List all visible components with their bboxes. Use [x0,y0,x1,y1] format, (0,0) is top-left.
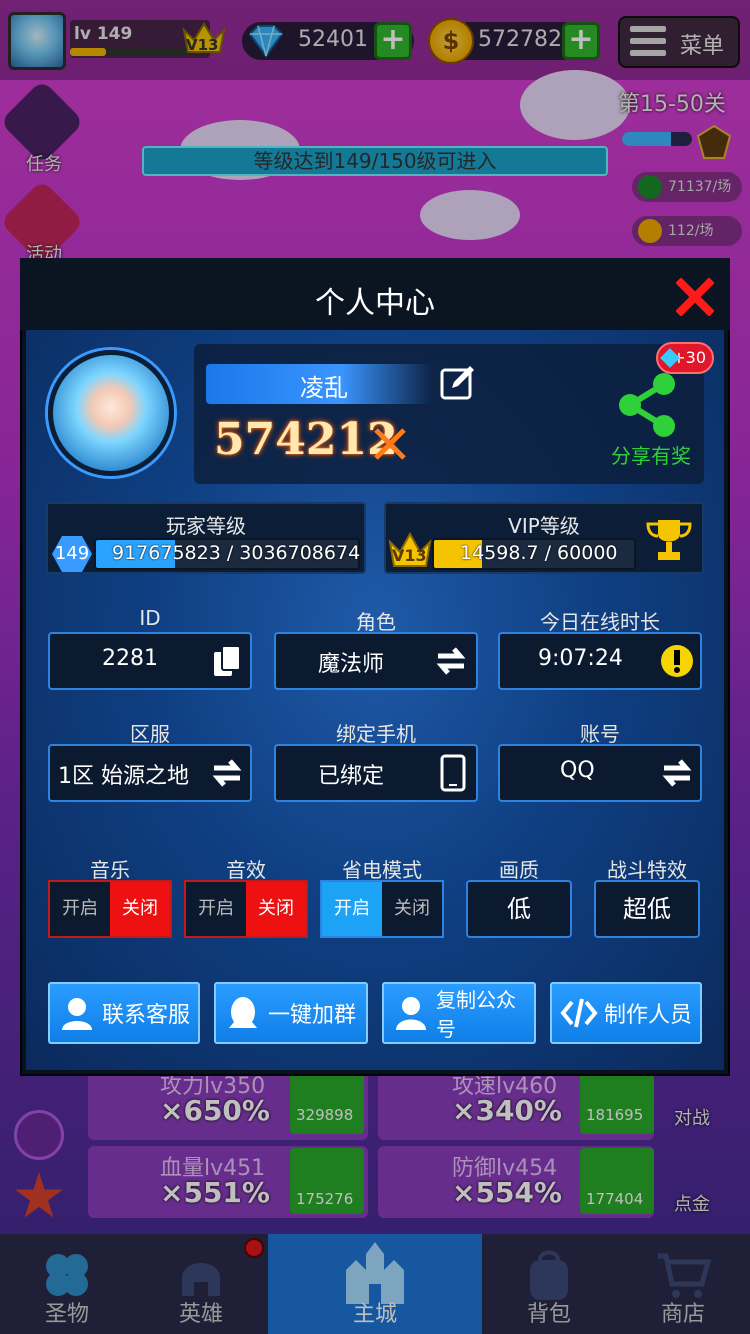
sfx-label: 音效 [226,858,266,882]
credits-label: 制作人员 [604,1003,693,1028]
role-value: 魔法师 [318,652,385,677]
share-icon[interactable] [612,370,682,440]
switch-icon[interactable] [210,756,244,790]
phone-icon[interactable] [436,754,470,792]
switch-icon[interactable] [660,756,694,790]
account-value: QQ [560,758,595,783]
user-icon [396,997,426,1030]
server-value: 1区 始源之地 [58,764,189,789]
profile-avatar[interactable] [48,350,174,476]
quality-label: 画质 [499,858,539,882]
penguin-icon [229,997,257,1028]
music-on-option[interactable]: 开启 [50,882,110,936]
power-save-on-option[interactable]: 开启 [322,882,382,936]
vip-progress-text: 14598.7 / 60000 [460,542,618,564]
join-group-label: 一键加群 [268,1003,357,1028]
server-label: 区服 [130,722,170,746]
alert-icon[interactable] [660,644,694,678]
copy-icon[interactable] [210,644,244,678]
player-name: 凌乱 [300,374,348,402]
music-label: 音乐 [90,858,130,882]
sfx-off-option[interactable]: 关闭 [246,882,306,936]
share-label: 分享有奖 [611,444,691,468]
join-group-button[interactable]: 一键加群 [214,982,368,1044]
phone-label: 绑定手机 [336,722,416,746]
copy-official-account-label: 复制公众号 [436,988,516,1041]
crossed-swords-icon [374,428,406,460]
contact-service-label: 联系客服 [102,1003,191,1028]
music-toggle[interactable]: 开启 关闭 [48,880,172,938]
online-value: 9:07:24 [538,646,623,671]
power-save-toggle[interactable]: 开启 关闭 [320,880,444,938]
quality-select[interactable]: 低 [466,880,572,938]
id-label: ID [139,606,161,630]
player-level-title: 玩家等级 [166,514,246,538]
trophy-icon[interactable] [644,516,694,566]
combat-effects-label: 战斗特效 [607,858,687,882]
role-label: 角色 [356,610,396,634]
share-reward-badge: +30 [656,342,714,374]
credits-button[interactable]: 制作人员 [550,982,702,1044]
edit-icon[interactable] [438,364,476,402]
power-save-label: 省电模式 [342,858,422,882]
phone-value: 已绑定 [318,764,385,789]
modal-title: 个人中心 [315,286,435,321]
sfx-toggle[interactable]: 开启 关闭 [184,880,308,938]
contact-service-button[interactable]: 联系客服 [48,982,200,1044]
music-off-option[interactable]: 关闭 [110,882,170,936]
combat-effects-select[interactable]: 超低 [594,880,700,938]
online-label: 今日在线时长 [540,610,660,634]
code-icon [560,998,598,1028]
close-icon[interactable] [676,278,714,316]
vip-badge-label: V13 [392,546,427,565]
copy-official-account-button[interactable]: 复制公众号 [382,982,536,1044]
sfx-on-option[interactable]: 开启 [186,882,246,936]
player-xp-text: 917675823 / 3036708674 [112,542,361,564]
power-save-off-option[interactable]: 关闭 [382,882,442,936]
id-value: 2281 [102,646,158,671]
support-agent-icon [62,998,92,1030]
account-label: 账号 [580,722,620,746]
switch-icon[interactable] [434,644,468,678]
